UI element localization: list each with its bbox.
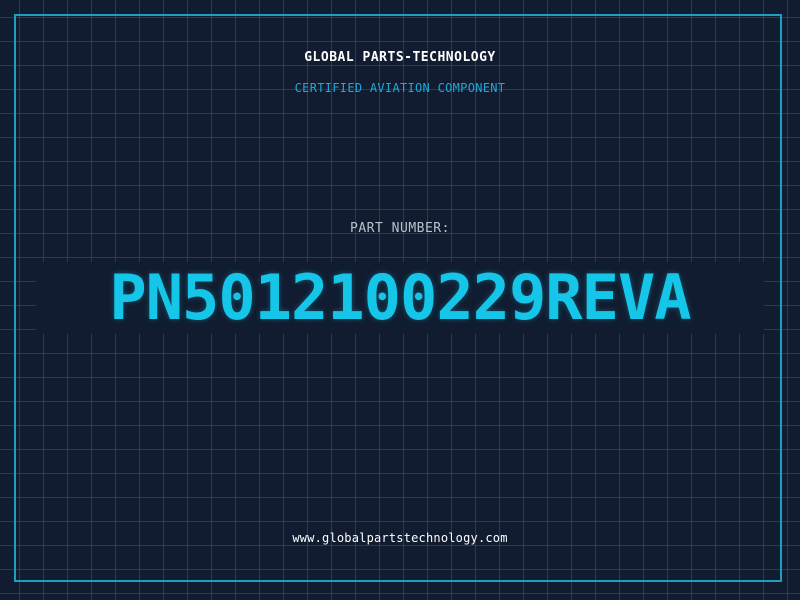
brand-name: GLOBAL PARTS-TECHNOLOGY bbox=[304, 50, 496, 65]
part-number-value: PN5012100229REVA bbox=[109, 261, 691, 334]
part-number-label: PART NUMBER: bbox=[350, 221, 450, 236]
certification-tagline: CERTIFIED AVIATION COMPONENT bbox=[294, 81, 506, 95]
label-canvas: GLOBAL PARTS-TECHNOLOGY CERTIFIED AVIATI… bbox=[0, 0, 800, 600]
website-url: www.globalpartstechnology.com bbox=[292, 531, 508, 545]
